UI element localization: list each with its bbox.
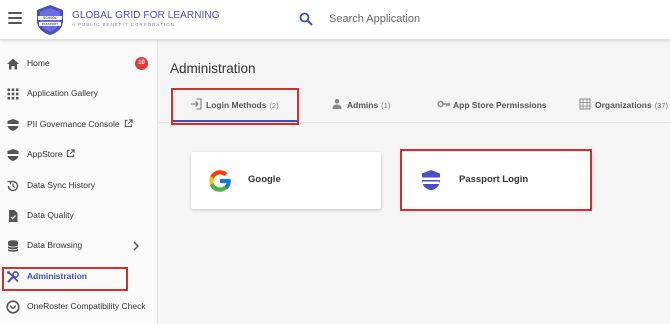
sidebar-item-oneroster-compatibility-check[interactable]: OneRoster Compatibility Check (0, 295, 158, 319)
external-link-icon (124, 119, 133, 128)
sidebar-item-appstore[interactable]: AppStore (0, 143, 158, 167)
sidebar-item-label: Data Browsing (27, 240, 83, 250)
history-icon (7, 180, 19, 192)
file-check-icon (9, 210, 18, 222)
tab-count: (1) (381, 101, 391, 110)
search-bar[interactable]: Search Application (283, 6, 670, 34)
search-input[interactable]: Search Application (329, 13, 420, 25)
notification-badge: 10 (135, 57, 148, 70)
sidebar-item-label: OneRoster Compatibility Check (27, 301, 146, 311)
google-icon (209, 170, 232, 192)
external-link-icon (67, 149, 76, 158)
key-icon (437, 100, 450, 108)
logo-top-text: SCHOOL (43, 16, 57, 20)
home-icon (7, 58, 19, 70)
sidebar-item-data-quality[interactable]: Data Quality (0, 204, 158, 228)
sidebar-item-label: Application Gallery (27, 88, 98, 98)
sidebar-item-application-gallery[interactable]: Application Gallery (0, 82, 158, 106)
search-icon[interactable] (299, 12, 313, 26)
shield-icon (7, 119, 19, 131)
sidebar-item-label: AppStore (27, 149, 63, 159)
sidebar-item-data-browsing[interactable]: Data Browsing (0, 234, 158, 258)
highlight-box-passport-login (400, 149, 592, 211)
tab-label: Admins (347, 100, 379, 110)
card-label: Google (248, 174, 281, 185)
sidebar-item-data-sync-history[interactable]: Data Sync History (0, 174, 158, 198)
apps-grid-icon (7, 88, 19, 100)
tab-label: Organizations (595, 100, 652, 110)
login-method-card-google[interactable]: Google (191, 152, 381, 209)
sidebar-item-label: PII Governance Console (27, 119, 120, 129)
sidebar-item-label: Data Sync History (27, 180, 96, 190)
brand-title: GLOBAL GRID FOR LEARNING (72, 10, 220, 21)
database-icon (7, 240, 19, 252)
sidebar-item-pii-governance-console[interactable]: PII Governance Console (0, 113, 158, 137)
brand: GLOBAL GRID FOR LEARNING A PUBLIC BENEFI… (72, 10, 220, 28)
tab-label: App Store Permissions (453, 100, 547, 110)
building-icon (579, 98, 591, 110)
page-title: Administration (170, 61, 256, 76)
top-bar: SCHOOL PASSPORT GLOBAL GRID FOR LEARNING… (0, 0, 670, 40)
highlight-box-login-methods (171, 88, 299, 125)
menu-icon[interactable] (8, 12, 22, 26)
school-passport-logo[interactable]: SCHOOL PASSPORT (34, 4, 66, 36)
chevron-right-icon[interactable] (131, 240, 141, 252)
shield-icon (7, 149, 19, 161)
sidebar-item-label: Data Quality (27, 210, 74, 220)
highlight-box-administration (2, 267, 128, 291)
brand-subtitle: A PUBLIC BENEFIT CORPORATION (72, 22, 175, 27)
sidebar-item-label: Home (27, 58, 50, 68)
logo-bottom-text: PASSPORT (42, 22, 58, 26)
person-icon (332, 99, 342, 109)
oneroster-icon (6, 300, 20, 314)
main-content: Administration Login Methods (2) Admins (1… (159, 40, 670, 324)
tab-count: (37) (654, 101, 669, 110)
sidebar-item-home[interactable]: Home 10 (0, 52, 158, 76)
sidebar: Home 10 Application Gallery PII Governan… (0, 40, 158, 324)
